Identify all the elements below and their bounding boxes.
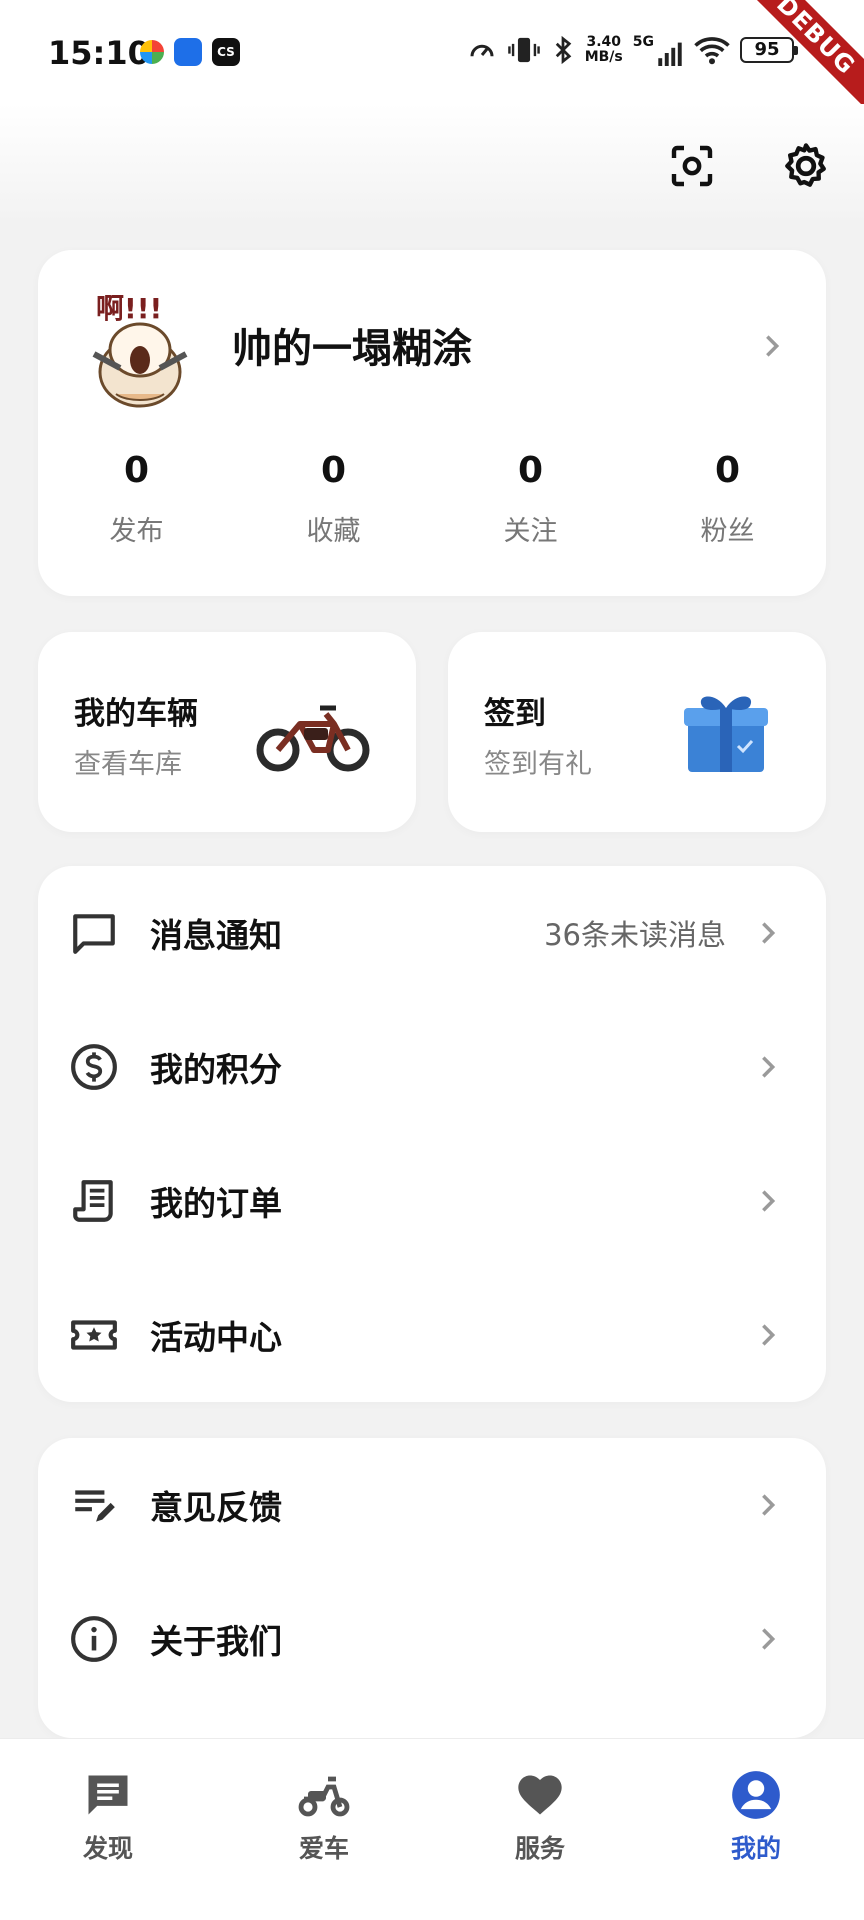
stat-label: 关注 [503, 516, 558, 547]
menu-item-feedback[interactable]: 意见反馈 [38, 1438, 826, 1572]
checkin-card-title: 签到 [484, 696, 546, 732]
user-circle-icon [728, 1767, 784, 1823]
signal-icon [658, 42, 682, 66]
status-bar: 15:10 CS 3.40 MB/s 5G 95 DEBUG [0, 0, 864, 118]
battery-indicator: 95 [740, 37, 798, 63]
avatar-image: 啊!!! [92, 292, 188, 408]
stat-value: 0 [123, 450, 150, 491]
ticket-star-icon [68, 1309, 120, 1361]
vehicle-card-subtitle: 查看车库 [74, 749, 182, 780]
scooter-icon [296, 1767, 352, 1823]
profile-card[interactable]: 啊!!! 帅的一塌糊涂 0 发布 0 收藏 0 关注 0 粉丝 [38, 250, 826, 596]
network-gen: 5G [632, 34, 654, 50]
tab-label: 我的 [730, 1834, 781, 1863]
net-speed: 3.40 MB/s [585, 35, 623, 65]
speedometer-icon [470, 44, 494, 57]
info-icon [68, 1613, 120, 1665]
net-speed-value: 3.40 [586, 34, 621, 50]
feedback-edit-icon [68, 1479, 120, 1531]
tab-label: 爱车 [298, 1834, 349, 1863]
chevron-right-icon [762, 1056, 776, 1078]
menu-item-label: 活动中心 [150, 1318, 282, 1357]
tab-label: 发现 [82, 1834, 133, 1863]
status-app-icons: CS [140, 38, 240, 66]
tab-service[interactable]: 服务 [432, 1739, 648, 1920]
menu-item-label: 消息通知 [150, 916, 282, 955]
stat-value: 0 [320, 450, 347, 491]
scan-button[interactable] [660, 134, 724, 198]
gear-icon [785, 143, 826, 187]
stat-value: 0 [714, 450, 741, 491]
menu-item-activity-center[interactable]: 活动中心 [38, 1268, 826, 1402]
menu-item-notifications[interactable]: 消息通知 36条未读消息 [38, 866, 826, 1000]
checkin-card[interactable]: 签到 签到有礼 [448, 632, 826, 832]
stat-favorites[interactable]: 0 收藏 [235, 450, 432, 548]
stat-following[interactable]: 0 关注 [432, 450, 629, 548]
svg-text:啊!!!: 啊!!! [96, 292, 162, 325]
stat-label: 粉丝 [700, 516, 755, 547]
bottom-tab-bar: 发现 爱车 服务 我的 [0, 1738, 864, 1920]
stat-followers[interactable]: 0 粉丝 [629, 450, 826, 548]
heart-icon [512, 1767, 568, 1823]
stat-posts[interactable]: 0 发布 [38, 450, 235, 548]
tab-discover[interactable]: 发现 [0, 1739, 216, 1920]
vibrate-icon [507, 37, 540, 63]
menu-item-points[interactable]: 我的积分 [38, 1000, 826, 1134]
avatar[interactable]: 啊!!! [76, 284, 204, 412]
menu-item-label: 我的积分 [150, 1050, 282, 1089]
menu-item-about-us[interactable]: 关于我们 [38, 1572, 826, 1706]
primary-menu-card: 消息通知 36条未读消息 我的积分 我的订单 活动中心 [38, 866, 826, 1402]
menu-item-label: 我的订单 [150, 1184, 282, 1223]
top-header [0, 104, 864, 224]
secondary-menu-card: 意见反馈 关于我们 [38, 1438, 826, 1738]
stat-label: 发布 [109, 516, 164, 547]
dollar-coin-icon [68, 1041, 120, 1093]
unread-count: 36条未读消息 [544, 918, 726, 952]
stat-label: 收藏 [306, 516, 361, 547]
stat-value: 0 [517, 450, 544, 491]
chevron-right-icon [766, 335, 780, 357]
checkin-card-subtitle: 签到有礼 [484, 749, 592, 780]
profile-stats: 0 发布 0 收藏 0 关注 0 粉丝 [38, 450, 826, 548]
receipt-icon [68, 1175, 120, 1227]
message-icon [68, 907, 120, 959]
ebike-image [256, 705, 370, 772]
scan-icon [671, 145, 713, 187]
chat-bubble-icon [80, 1767, 136, 1823]
bluetooth-icon [555, 35, 572, 65]
app-icon-blue [174, 38, 202, 66]
net-speed-unit: MB/s [584, 49, 623, 65]
chevron-right-icon [762, 1190, 776, 1212]
chevron-right-icon [762, 1628, 776, 1650]
app-icon-colorful [140, 40, 164, 64]
battery-level: 95 [754, 39, 780, 60]
menu-item-label: 关于我们 [150, 1622, 282, 1661]
vehicle-card-title: 我的车辆 [74, 696, 198, 732]
status-indicators: 3.40 MB/s 5G 95 [467, 34, 798, 66]
tab-my-car[interactable]: 爱车 [216, 1739, 432, 1920]
menu-item-orders[interactable]: 我的订单 [38, 1134, 826, 1268]
gift-box-image [684, 696, 768, 772]
chevron-right-icon [762, 1324, 776, 1346]
chevron-right-icon [762, 922, 776, 944]
menu-item-label: 意见反馈 [150, 1488, 282, 1527]
chevron-right-icon [762, 1494, 776, 1516]
tab-mine[interactable]: 我的 [648, 1739, 864, 1920]
username: 帅的一塌糊涂 [232, 326, 472, 372]
app-icon-cs: CS [212, 38, 240, 66]
settings-button[interactable] [774, 134, 838, 198]
tab-label: 服务 [514, 1834, 565, 1863]
my-vehicle-card[interactable]: 我的车辆 查看车库 [38, 632, 416, 832]
status-time: 15:10 [48, 34, 150, 72]
wifi-icon [694, 37, 730, 65]
